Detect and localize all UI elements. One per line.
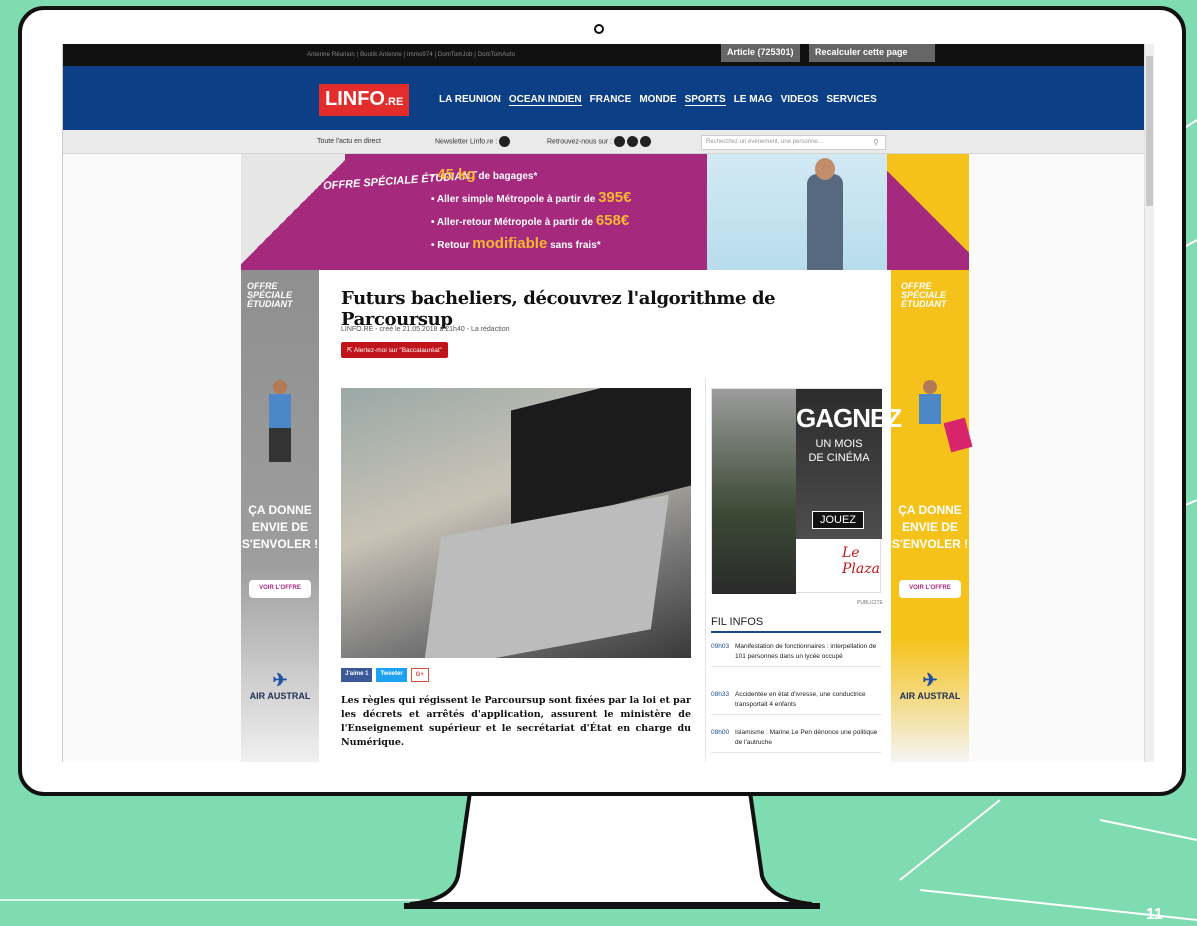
recalculate-button[interactable]: Recalculer cette page [809,44,935,62]
alert-button[interactable]: ⇱ Alertez-moi sur "Baccalauréat" [341,342,448,358]
news-time: 08h33 [711,691,730,698]
movie-poster [712,389,796,594]
laptop-keyboard [423,494,669,658]
article-container: Futurs bacheliers, découvrez l'algorithm… [319,270,902,762]
plaza-logo: Le Plaza [842,545,880,577]
ad-skyscraper-left[interactable]: OFFRE SPÉCIALE ÉTUDIANT ÇA DONNE ENVIE DE… [241,270,319,762]
article-lead: Les règles qui régissent le Parcoursup s… [341,695,691,748]
alert-label: Alertez-moi sur "Baccalauréat" [353,347,442,354]
menu-item-videos[interactable]: VIDEOS [781,94,819,106]
ad-line: • Aller-retour Métropole à partir de 658… [431,212,630,229]
twitter-icon[interactable] [626,136,638,147]
ad-offer-tag: OFFRE SPÉCIALE ÉTUDIANT [247,281,293,309]
cinema-ad[interactable]: GAGNEZ UN MOIS DE CINÉMA JOUEZ Le Plaza [711,388,902,594]
air-austral-icon: ✈ [272,670,288,690]
google-plus-icon[interactable] [639,136,651,147]
air-austral-icon: ✈ [922,670,938,690]
news-time: 08h00 [711,729,730,736]
site-logo[interactable]: LINFO.RE [319,84,410,116]
menu-item-france[interactable]: FRANCE [590,94,632,106]
ad-skyscraper-right[interactable]: OFFRE SPÉCIALE ÉTUDIANT ÇA DONNE ENVIE DE… [891,270,973,762]
news-item[interactable]: 08h33 Accidentée en état d'ivresse, une c… [711,690,881,715]
vertical-scrollbar[interactable] [1144,44,1154,762]
news-item[interactable]: 09h03 Manifestation de fonctionnaires : i… [711,642,881,667]
google-plus-button[interactable]: G+ [410,668,429,682]
news-item[interactable]: 08h00 Islamisme : Marine Le Pen dénonce u… [711,728,881,753]
menu-item-le-mag[interactable]: LE MAG [734,94,773,106]
page-number: 11 [1146,906,1163,923]
ad-line: • Aller simple Métropole à partir de 395… [431,189,632,206]
main-menu: LA REUNION OCEAN INDIEN FRANCE MONDE SPO… [439,94,877,106]
direct-link[interactable]: Toute l'actu en direct [317,138,381,145]
logo-text: LINFO [325,88,385,110]
search-placeholder: Recherchez un événement, une personne... [706,139,823,145]
ad-offer-button[interactable]: VOIR L'OFFRE [249,580,311,598]
play-button[interactable]: JOUEZ [812,511,864,529]
ad-photo-man [707,154,887,270]
facebook-icon[interactable] [613,136,625,147]
browser-viewport: Antenne Réunion | Boutik Antenne | Immo9… [62,44,1154,762]
menu-item-ocean-indien[interactable]: OCEAN INDIEN [508,94,582,106]
cinema-ad-sub: UN MOIS DE CINÉMA [808,438,870,464]
ad-offer-tag: OFFRE SPÉCIALE ÉTUDIANT [901,281,947,309]
top-bar: Antenne Réunion | Boutik Antenne | Immo9… [63,44,1145,66]
article-meta: LINFO.RE - créé le 21.05.2018 à 21h40 - … [341,326,510,333]
newsletter-label: Newsletter Linfo.re : [435,138,498,146]
article-button[interactable]: Article (725301) [721,44,800,62]
ad-label: PUBLICITE [857,600,883,606]
menu-item-monde[interactable]: MONDE [639,94,676,106]
news-time: 09h03 [711,643,730,650]
news-text: Manifestation de fonctionnaires : interp… [735,643,877,660]
article-title: Futurs bacheliers, découvrez l'algorithm… [341,288,776,330]
tweet-button[interactable]: Tweeter [376,668,407,682]
ad-slogan: ÇA DONNE ENVIE DE S'ENVOLER ! [891,503,969,551]
ad-slogan: ÇA DONNE ENVIE DE S'ENVOLER ! [241,503,319,551]
alert-icon: ⇱ [347,347,354,354]
ad-jumping-person [913,380,973,470]
main-navbar: LINFO.RE LA REUNION OCEAN INDIEN FRANCE … [63,66,1145,130]
social-links: Retrouvez-nous sur : [547,136,651,147]
facebook-like-button[interactable]: J'aime 1 [341,668,373,682]
news-text: Islamisme : Marine Le Pen dénonce une po… [735,729,878,746]
follow-label: Retrouvez-nous sur : [547,138,612,146]
newsletter-icon [499,136,511,147]
ad-offer-list: • 45 kg de bagages* • Aller simple Métro… [431,164,631,256]
ad-corner-left [241,154,345,270]
menu-item-services[interactable]: SERVICES [826,94,876,106]
ad-line: • 45 kg de bagages* [431,166,538,183]
share-buttons: J'aime 1 Tweeter G+ [341,668,429,682]
air-austral-logo: ✈ AIR AUSTRAL [891,670,969,701]
ad-banner-top[interactable]: OFFRE SPÉCIALE ÉTUDIANT • 45 kg de bagag… [241,154,969,270]
partner-links[interactable]: Antenne Réunion | Boutik Antenne | Immo9… [307,52,515,58]
newsletter-link[interactable]: Newsletter Linfo.re : [435,136,511,147]
ad-corner-right [887,154,969,270]
webcam-icon [594,24,604,34]
scrollbar-thumb[interactable] [1146,56,1153,206]
ad-line: • Retour modifiable sans frais* [431,235,601,252]
search-input[interactable]: Recherchez un événement, une personne...… [701,135,886,150]
fil-infos-title: FIL INFOS [711,616,881,633]
ad-jumping-person [263,380,299,470]
search-icon[interactable]: ⚲ [873,138,879,147]
article-image [341,388,691,658]
air-austral-logo: ✈ AIR AUSTRAL [241,670,319,701]
logo-suffix: .RE [385,96,404,108]
cinema-ad-headline: GAGNEZ [796,403,902,433]
menu-item-sports[interactable]: SPORTS [684,94,726,106]
ad-offer-button[interactable]: VOIR L'OFFRE [899,580,961,598]
news-text: Accidentée en état d'ivresse, une conduc… [735,691,866,708]
sub-bar: Toute l'actu en direct Newsletter Linfo.… [63,130,1145,154]
menu-item-la-reunion[interactable]: LA REUNION [439,94,501,106]
